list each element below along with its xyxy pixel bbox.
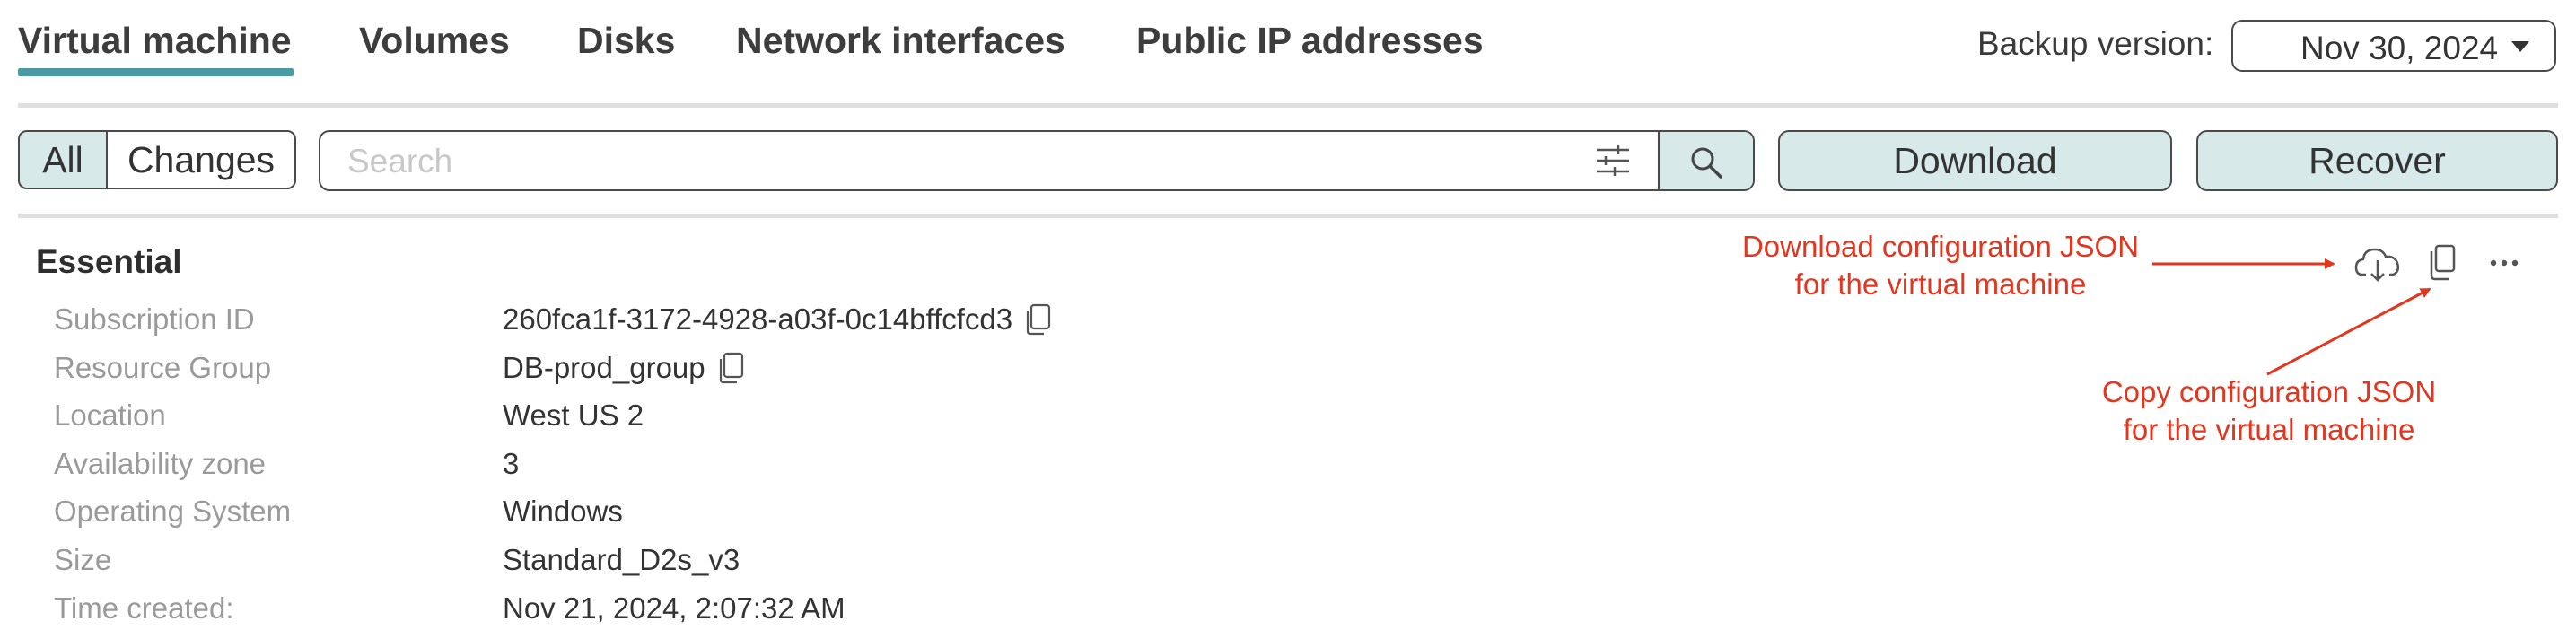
copy-arrow bbox=[2266, 287, 2431, 376]
annotation-arrows bbox=[2152, 258, 2431, 376]
